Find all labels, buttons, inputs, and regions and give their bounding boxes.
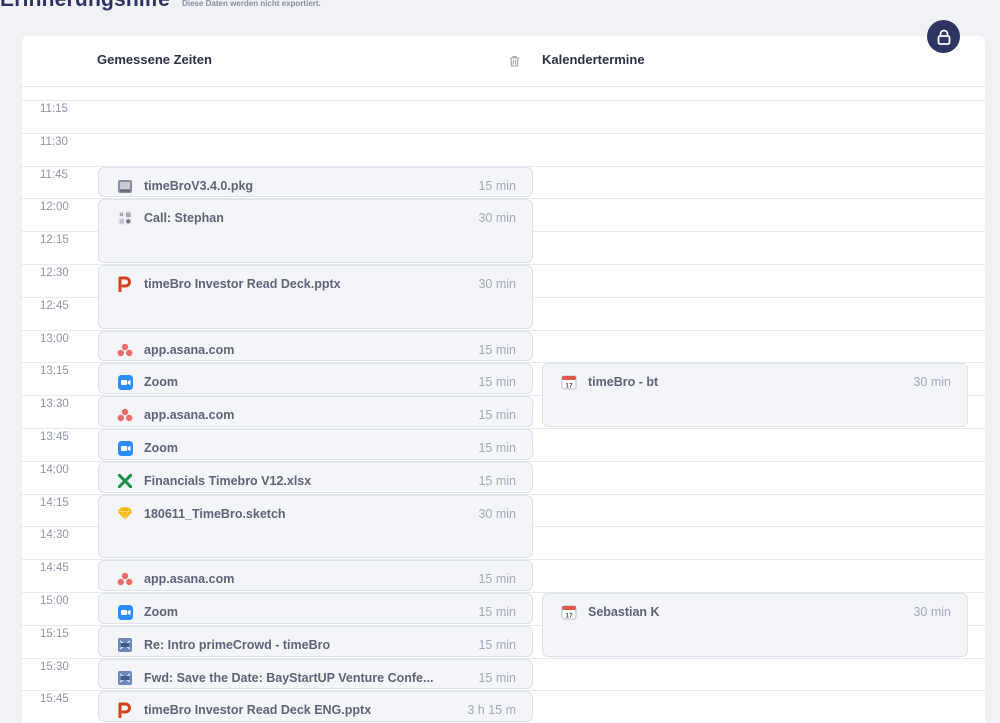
event-name: timeBro - bt [588, 375, 659, 390]
calendar-event[interactable]: 17 timeBro - bt 30 min [542, 363, 968, 427]
event-duration: 15 min [478, 572, 516, 587]
event-duration: 30 min [478, 506, 516, 521]
event-name: Sebastian K [588, 605, 660, 619]
event-duration: 30 min [913, 375, 951, 390]
measured-event[interactable]: app.asana.com 15 min [98, 396, 533, 427]
page-subtitle: Diese Daten werden nicht exportiert. [182, 0, 321, 8]
measured-event[interactable]: Call: Stephan 30 min [98, 199, 533, 263]
event-name: timeBro Investor Read Deck ENG.pptx [144, 703, 372, 718]
asana-icon [117, 342, 133, 358]
event-duration: 15 min [478, 670, 516, 685]
event-duration: 15 min [478, 605, 516, 619]
event-name: Zoom [144, 375, 179, 390]
event-name: Fwd: Save the Date: BayStartUP Venture C… [144, 670, 434, 685]
calendar-events-header: Kalendertermine [542, 52, 645, 67]
time-label: 11:45 [40, 168, 68, 181]
time-label: 14:00 [40, 463, 69, 476]
event-name: Re: Intro primeCrowd - timeBro [144, 637, 331, 652]
header-divider [22, 86, 985, 87]
event-name: Zoom [144, 605, 179, 619]
measured-event[interactable]: Financials Timebro V12.xlsx 15 min [98, 461, 533, 493]
powerpoint-icon [117, 702, 133, 719]
measured-event[interactable]: Zoom 15 min [98, 429, 533, 460]
row-divider [22, 100, 985, 101]
excel-icon [117, 473, 133, 489]
event-duration: 30 min [478, 211, 516, 226]
page-header: Erinnerungshilfe Diese Daten werden nich… [0, 0, 321, 18]
time-label: 12:00 [40, 201, 69, 214]
measured-event[interactable]: timeBro Investor Read Deck ENG.pptx 3 h 1… [98, 691, 533, 723]
measured-event[interactable]: app.asana.com 15 min [98, 560, 533, 591]
measured-event[interactable]: timeBroV3.4.0.pkg 15 min [98, 166, 533, 198]
event-duration: 15 min [478, 408, 516, 423]
measured-times-header: Gemessene Zeiten [97, 52, 212, 67]
time-label: 13:00 [40, 332, 69, 345]
time-label: 14:45 [40, 562, 69, 575]
zoom-icon [117, 440, 133, 456]
measured-event[interactable]: 180611_TimeBro.sketch 30 min [98, 494, 533, 559]
event-name: Call: Stephan [144, 211, 224, 226]
event-duration: 3 h 15 m [467, 703, 516, 718]
event-duration: 30 min [478, 277, 516, 291]
asana-icon [117, 571, 133, 587]
event-name: app.asana.com [144, 408, 235, 423]
calendar-event[interactable]: 17 Sebastian K 30 min [542, 593, 968, 657]
zoom-icon [117, 374, 133, 390]
time-label: 13:45 [40, 431, 69, 443]
row-divider [22, 132, 985, 134]
asana-icon [117, 407, 133, 423]
event-duration: 15 min [478, 178, 516, 193]
time-label: 15:15 [40, 627, 69, 640]
time-label: 12:30 [40, 267, 69, 279]
facetime-icon [117, 210, 133, 226]
event-name: app.asana.com [144, 572, 235, 587]
event-duration: 15 min [478, 637, 516, 652]
event-duration: 15 min [478, 473, 516, 488]
time-label: 15:45 [40, 693, 69, 706]
time-label: 14:30 [40, 529, 69, 542]
event-name: timeBro Investor Read Deck.pptx [144, 277, 341, 291]
trash-icon[interactable] [509, 54, 520, 72]
calendar-icon: 17 [561, 604, 577, 620]
measured-event[interactable]: Zoom 15 min [98, 593, 533, 624]
page-title: Erinnerungshilfe [0, 0, 170, 12]
event-name: Financials Timebro V12.xlsx [144, 473, 312, 488]
event-name: Zoom [144, 441, 179, 455]
time-label: 13:30 [40, 398, 69, 411]
calendar-icon: 17 [561, 374, 577, 390]
measured-event[interactable]: Zoom 15 min [98, 363, 533, 395]
mail-icon [117, 670, 133, 686]
svg-text:17: 17 [565, 383, 573, 390]
lock-button[interactable] [927, 20, 960, 53]
event-name: timeBroV3.4.0.pkg [144, 178, 254, 193]
measured-event[interactable]: Fwd: Save the Date: BayStartUP Venture C… [98, 658, 533, 690]
measured-event[interactable]: timeBro Investor Read Deck.pptx 30 min [98, 265, 533, 329]
event-name: 180611_TimeBro.sketch [144, 506, 286, 521]
time-label: 11:30 [40, 135, 68, 148]
time-label: 14:15 [40, 496, 69, 509]
powerpoint-icon [117, 276, 133, 292]
measured-event[interactable]: app.asana.com 15 min [98, 330, 533, 362]
package-icon [117, 178, 133, 194]
lock-icon [937, 29, 950, 45]
event-duration: 15 min [478, 375, 516, 390]
time-label: 11:15 [40, 103, 68, 115]
event-duration: 15 min [478, 441, 516, 455]
event-duration: 15 min [478, 342, 516, 357]
svg-text:17: 17 [565, 612, 573, 619]
measured-event[interactable]: Re: Intro primeCrowd - timeBro 15 min [98, 625, 533, 657]
timeline-panel: Gemessene Zeiten Kalendertermine 11:15 11… [22, 36, 985, 723]
event-duration: 30 min [913, 605, 951, 619]
time-label: 12:15 [40, 234, 69, 247]
sketch-icon [117, 506, 133, 522]
time-label: 15:30 [40, 660, 69, 673]
time-label: 13:15 [40, 365, 69, 378]
time-label: 12:45 [40, 299, 69, 312]
mail-icon [117, 637, 133, 653]
time-label: 15:00 [40, 595, 69, 607]
event-name: app.asana.com [144, 342, 235, 357]
zoom-icon [117, 604, 133, 620]
